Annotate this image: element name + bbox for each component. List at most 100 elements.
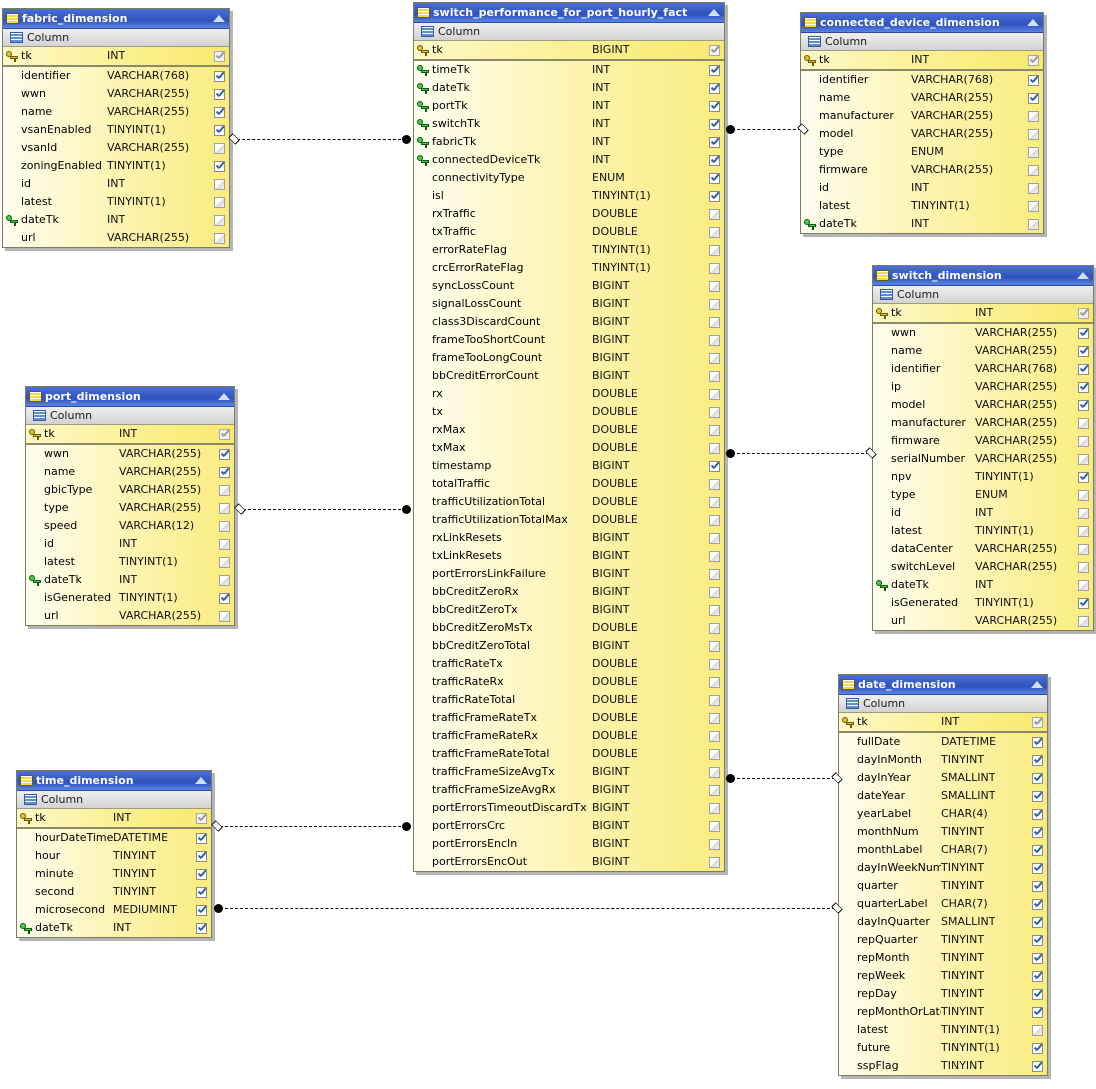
- table-column-row[interactable]: trafficFrameRateRx DOUBLE: [414, 727, 724, 745]
- table-column-row[interactable]: monthNum TINYINT: [839, 823, 1047, 841]
- table-column-row[interactable]: id INT: [3, 175, 229, 193]
- column-notnull-checkbox[interactable]: [709, 241, 720, 259]
- column-notnull-checkbox[interactable]: [1032, 787, 1043, 805]
- table-column-row[interactable]: type ENUM: [801, 143, 1043, 161]
- table-column-row[interactable]: rxMax DOUBLE: [414, 421, 724, 439]
- table-column-row[interactable]: name VARCHAR(255): [873, 342, 1093, 360]
- table-column-row[interactable]: url VARCHAR(255): [873, 612, 1093, 630]
- column-notnull-checkbox[interactable]: [1032, 733, 1043, 751]
- column-notnull-checkbox[interactable]: [214, 67, 225, 85]
- table-column-row[interactable]: vsanId VARCHAR(255): [3, 139, 229, 157]
- column-notnull-checkbox[interactable]: [709, 493, 720, 511]
- column-notnull-checkbox[interactable]: [1078, 576, 1089, 594]
- table-column-row[interactable]: dateTk INT: [414, 79, 724, 97]
- column-notnull-checkbox[interactable]: [1032, 895, 1043, 913]
- column-notnull-checkbox[interactable]: [709, 727, 720, 745]
- table-column-row[interactable]: quarter TINYINT: [839, 877, 1047, 895]
- table-column-row[interactable]: trafficRateTotal DOUBLE: [414, 691, 724, 709]
- table-connected_device_dimension[interactable]: connected_device_dimension Column tk INT ide…: [800, 12, 1044, 234]
- column-notnull-checkbox[interactable]: [1028, 71, 1039, 89]
- table-column-row[interactable]: bbCreditErrorCount BIGINT: [414, 367, 724, 385]
- table-column-row[interactable]: portTk INT: [414, 97, 724, 115]
- column-notnull-checkbox[interactable]: [1078, 522, 1089, 540]
- column-notnull-checkbox[interactable]: [1028, 51, 1039, 69]
- table-column-row[interactable]: dateTk INT: [3, 211, 229, 229]
- column-notnull-checkbox[interactable]: [1032, 985, 1043, 1003]
- table-titlebar[interactable]: port_dimension: [26, 387, 234, 407]
- column-notnull-checkbox[interactable]: [709, 169, 720, 187]
- column-notnull-checkbox[interactable]: [1078, 324, 1089, 342]
- column-notnull-checkbox[interactable]: [709, 79, 720, 97]
- table-column-row[interactable]: timeTk INT: [414, 61, 724, 79]
- column-notnull-checkbox[interactable]: [709, 61, 720, 79]
- table-column-row[interactable]: tk INT: [801, 51, 1043, 69]
- table-column-row[interactable]: connectivityType ENUM: [414, 169, 724, 187]
- column-notnull-checkbox[interactable]: [709, 41, 720, 59]
- table-column-row[interactable]: hourDateTime DATETIME: [17, 829, 211, 847]
- collapse-arrow-icon[interactable]: [194, 776, 208, 785]
- table-column-row[interactable]: tk INT: [839, 713, 1047, 731]
- column-notnull-checkbox[interactable]: [709, 511, 720, 529]
- table-column-row[interactable]: latest TINYINT(1): [839, 1021, 1047, 1039]
- column-notnull-checkbox[interactable]: [709, 817, 720, 835]
- table-column-row[interactable]: identifier VARCHAR(768): [801, 71, 1043, 89]
- column-notnull-checkbox[interactable]: [1028, 143, 1039, 161]
- table-column-row[interactable]: frameTooLongCount BIGINT: [414, 349, 724, 367]
- table-column-row[interactable]: yearLabel CHAR(4): [839, 805, 1047, 823]
- column-notnull-checkbox[interactable]: [1028, 107, 1039, 125]
- table-column-row[interactable]: tk INT: [873, 304, 1093, 322]
- column-notnull-checkbox[interactable]: [709, 223, 720, 241]
- column-notnull-checkbox[interactable]: [1032, 769, 1043, 787]
- column-notnull-checkbox[interactable]: [709, 547, 720, 565]
- table-column-row[interactable]: trafficFrameRateTotal DOUBLE: [414, 745, 724, 763]
- table-column-row[interactable]: repDay TINYINT: [839, 985, 1047, 1003]
- table-column-row[interactable]: zoningEnabled TINYINT(1): [3, 157, 229, 175]
- table-titlebar[interactable]: switch_performance_for_port_hourly_fact: [414, 3, 724, 23]
- column-notnull-checkbox[interactable]: [1032, 805, 1043, 823]
- column-notnull-checkbox[interactable]: [214, 175, 225, 193]
- column-notnull-checkbox[interactable]: [709, 655, 720, 673]
- column-notnull-checkbox[interactable]: [219, 445, 230, 463]
- column-notnull-checkbox[interactable]: [1078, 468, 1089, 486]
- table-fabric_dimension[interactable]: fabric_dimension Column tk INT identifier VAR…: [2, 8, 230, 248]
- column-notnull-checkbox[interactable]: [214, 139, 225, 157]
- table-column-row[interactable]: timestamp BIGINT: [414, 457, 724, 475]
- table-column-row[interactable]: switchLevel VARCHAR(255): [873, 558, 1093, 576]
- column-notnull-checkbox[interactable]: [709, 763, 720, 781]
- column-notnull-checkbox[interactable]: [1032, 713, 1043, 731]
- column-notnull-checkbox[interactable]: [1032, 1021, 1043, 1039]
- table-column-row[interactable]: future TINYINT(1): [839, 1039, 1047, 1057]
- column-notnull-checkbox[interactable]: [219, 589, 230, 607]
- relationship-connector[interactable]: [232, 139, 411, 141]
- table-column-row[interactable]: isGenerated TINYINT(1): [873, 594, 1093, 612]
- column-notnull-checkbox[interactable]: [1078, 486, 1089, 504]
- table-titlebar[interactable]: time_dimension: [17, 771, 211, 791]
- column-notnull-checkbox[interactable]: [709, 619, 720, 637]
- table-column-row[interactable]: fullDate DATETIME: [839, 733, 1047, 751]
- table-time_dimension[interactable]: time_dimension Column tk INT hourDateTime DAT…: [16, 770, 212, 938]
- table-column-row[interactable]: dataCenter VARCHAR(255): [873, 540, 1093, 558]
- column-notnull-checkbox[interactable]: [214, 47, 225, 65]
- table-column-row[interactable]: name VARCHAR(255): [801, 89, 1043, 107]
- column-notnull-checkbox[interactable]: [709, 709, 720, 727]
- column-notnull-checkbox[interactable]: [1078, 540, 1089, 558]
- table-column-row[interactable]: dayInYear SMALLINT: [839, 769, 1047, 787]
- table-column-row[interactable]: totalTraffic DOUBLE: [414, 475, 724, 493]
- column-notnull-checkbox[interactable]: [1032, 859, 1043, 877]
- table-column-row[interactable]: repQuarter TINYINT: [839, 931, 1047, 949]
- column-notnull-checkbox[interactable]: [709, 151, 720, 169]
- column-notnull-checkbox[interactable]: [709, 349, 720, 367]
- column-notnull-checkbox[interactable]: [709, 295, 720, 313]
- relationship-connector[interactable]: [727, 453, 874, 455]
- column-notnull-checkbox[interactable]: [1078, 414, 1089, 432]
- table-column-row[interactable]: connectedDeviceTk INT: [414, 151, 724, 169]
- column-notnull-checkbox[interactable]: [709, 187, 720, 205]
- table-column-row[interactable]: type VARCHAR(255): [26, 499, 234, 517]
- table-column-row[interactable]: dateTk INT: [26, 571, 234, 589]
- table-port_dimension[interactable]: port_dimension Column tk INT wwn VARCHAR(255)…: [25, 386, 235, 626]
- table-column-row[interactable]: model VARCHAR(255): [801, 125, 1043, 143]
- column-notnull-checkbox[interactable]: [1028, 161, 1039, 179]
- table-column-row[interactable]: wwn VARCHAR(255): [873, 324, 1093, 342]
- collapse-arrow-icon[interactable]: [1076, 271, 1090, 280]
- relationship-connector[interactable]: [238, 509, 411, 511]
